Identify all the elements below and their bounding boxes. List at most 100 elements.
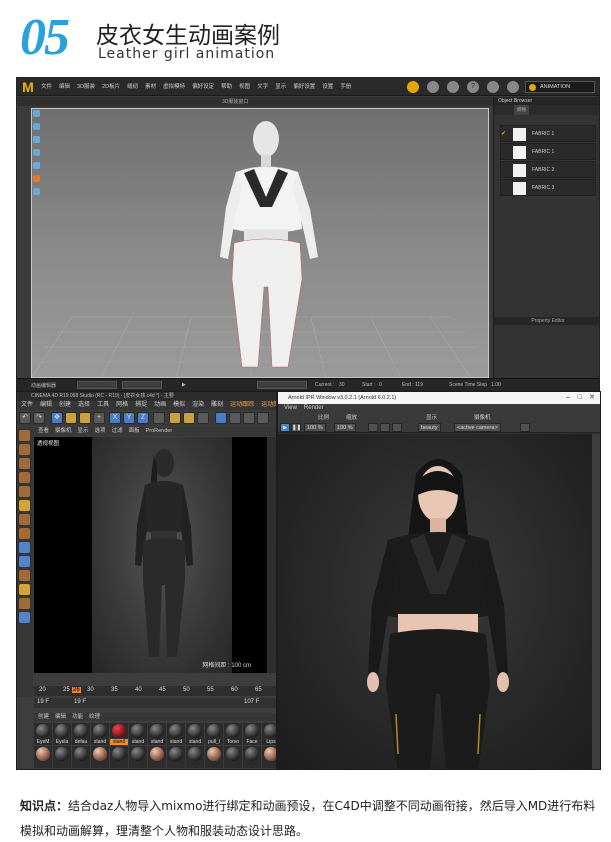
material-swatch[interactable] <box>34 746 52 768</box>
pause-icon[interactable]: ❚❚ <box>291 423 301 432</box>
c4d-menu-item[interactable]: 模拟 <box>173 401 185 410</box>
sync-icon[interactable] <box>407 81 419 93</box>
timeline-field[interactable] <box>257 381 307 389</box>
light-icon[interactable] <box>257 412 269 424</box>
play-icon[interactable]: ▶ <box>280 423 290 432</box>
frame-field[interactable]: 19 F <box>74 699 86 705</box>
c4d-menu-item[interactable]: 网格 <box>116 401 128 410</box>
material-swatch[interactable]: stand <box>110 723 128 745</box>
upload-icon[interactable] <box>447 81 459 93</box>
material-swatch[interactable]: Lips <box>262 723 276 745</box>
md-menu-item[interactable]: 2D板片 <box>102 82 120 90</box>
timeline-field[interactable] <box>122 381 162 389</box>
timeline-ruler[interactable]: 20 25 26 30 35 40 45 50 55 60 65 <box>34 686 276 696</box>
frame-end[interactable]: 107 F <box>244 699 259 705</box>
rotate-icon[interactable] <box>79 412 91 424</box>
material-swatch[interactable] <box>72 746 90 768</box>
c4d-menu-item[interactable]: 选择 <box>78 401 90 410</box>
material-swatch[interactable] <box>205 746 223 768</box>
c4d-menu-item[interactable]: 创建 <box>59 401 71 410</box>
c4d-menu-item[interactable]: 运动跟踪 <box>230 401 254 410</box>
arnold-menu-item[interactable]: View <box>284 404 297 413</box>
md-3d-viewport[interactable] <box>31 108 489 378</box>
material-swatch[interactable] <box>129 746 147 768</box>
md-menu-item[interactable]: 素材 <box>145 82 156 90</box>
material-swatch[interactable] <box>110 746 128 768</box>
play-icon[interactable]: ▶ <box>182 382 186 388</box>
workplane-icon[interactable] <box>19 542 30 553</box>
md-menu-item[interactable]: 偏好设定 <box>192 82 214 90</box>
y-axis-button[interactable]: Y <box>123 412 135 424</box>
material-swatch[interactable] <box>53 746 71 768</box>
md-menu-item[interactable]: 文件 <box>41 82 52 90</box>
animation-editor-label[interactable]: 动画编辑器 <box>31 382 56 389</box>
c4d-menu-item[interactable]: 文件 <box>21 401 33 410</box>
snapshot-icon[interactable] <box>392 423 402 432</box>
camera-select[interactable]: <active camera> <box>454 423 501 432</box>
material-swatch[interactable]: defau <box>72 723 90 745</box>
subdivide-icon[interactable] <box>243 412 255 424</box>
cart-icon[interactable] <box>427 81 439 93</box>
uv-mode-icon[interactable] <box>19 500 30 511</box>
snap-icon[interactable] <box>19 528 30 539</box>
magnet-icon[interactable] <box>19 570 30 581</box>
md-menu-item[interactable]: 帮助 <box>221 82 232 90</box>
add-icon[interactable]: + <box>93 412 105 424</box>
material-swatch[interactable]: stand <box>167 723 185 745</box>
material-swatch[interactable] <box>224 746 242 768</box>
render-view-icon[interactable] <box>169 412 181 424</box>
display-select[interactable]: beauty <box>418 423 441 432</box>
c4d-menu-item[interactable]: 工具 <box>97 401 109 410</box>
undo-icon[interactable]: ↶ <box>19 412 31 424</box>
fabric-item[interactable]: FABRIC 3 <box>500 179 596 196</box>
render-preview[interactable] <box>278 434 600 769</box>
md-menu-item[interactable]: 虚拟模特 <box>163 82 185 90</box>
light-tool-icon[interactable] <box>33 175 40 182</box>
c4d-menu-item[interactable]: 渲染 <box>192 401 204 410</box>
frame-start[interactable]: 19 F <box>37 699 49 705</box>
md-menu-item[interactable]: 缝纫 <box>127 82 138 90</box>
fabric-item[interactable]: FABRIC 1 <box>500 143 596 160</box>
material-swatch[interactable] <box>243 746 261 768</box>
c4d-perspective-viewport[interactable]: 透视视图 网格间距 : 100 cm <box>34 437 267 673</box>
point-mode-icon[interactable] <box>19 458 30 469</box>
arnold-menu-item[interactable]: Render <box>304 404 324 413</box>
material-swatch[interactable] <box>167 746 185 768</box>
edge-mode-icon[interactable] <box>19 472 30 483</box>
md-menu-item[interactable]: 编辑 <box>59 82 70 90</box>
material-swatch[interactable]: stand <box>129 723 147 745</box>
material-menu-item[interactable]: 功能 <box>72 713 83 721</box>
viewport-menu-item[interactable]: 显示 <box>78 427 89 436</box>
current-value[interactable]: 30 <box>339 382 345 388</box>
avatar-tool-icon[interactable] <box>33 136 40 143</box>
material-menu-item[interactable]: 纹理 <box>89 713 100 721</box>
material-swatch[interactable]: pull_l <box>205 723 223 745</box>
c4d-menu-item[interactable]: 动画 <box>154 401 166 410</box>
axis-mode-icon[interactable] <box>19 514 30 525</box>
region-icon[interactable] <box>380 423 390 432</box>
avatar-figure[interactable] <box>202 117 332 372</box>
camera-icon[interactable] <box>520 423 530 432</box>
scale-icon[interactable] <box>65 412 77 424</box>
material-menu-item[interactable]: 编辑 <box>55 713 66 721</box>
material-swatch[interactable]: EyeM <box>34 723 52 745</box>
fabric-item[interactable]: FABRIC 2 <box>500 161 596 178</box>
render-scrollbar[interactable] <box>592 434 600 769</box>
cube-icon[interactable] <box>215 412 227 424</box>
select-tool-icon[interactable] <box>33 110 40 117</box>
scale-field[interactable]: 100 % <box>304 423 326 432</box>
material-menu-item[interactable]: 创建 <box>38 713 49 721</box>
render-settings-icon[interactable] <box>197 412 209 424</box>
material-swatch[interactable] <box>186 746 204 768</box>
current-frame-marker[interactable]: 26 <box>72 687 81 693</box>
md-menu-item[interactable]: 偏好设置 <box>293 82 315 90</box>
viewport-menu-item[interactable]: 选项 <box>95 427 106 436</box>
lock-icon[interactable] <box>19 556 30 567</box>
c4d-menu-item[interactable]: 运动图形 <box>261 401 276 410</box>
viewport-menu-item[interactable]: 查看 <box>38 427 49 436</box>
end-value[interactable]: 119 <box>415 382 423 388</box>
character-figure[interactable] <box>129 445 199 665</box>
c4d-menu-item[interactable]: 雕刻 <box>211 401 223 410</box>
material-swatch[interactable] <box>91 746 109 768</box>
material-swatch[interactable] <box>262 746 276 768</box>
